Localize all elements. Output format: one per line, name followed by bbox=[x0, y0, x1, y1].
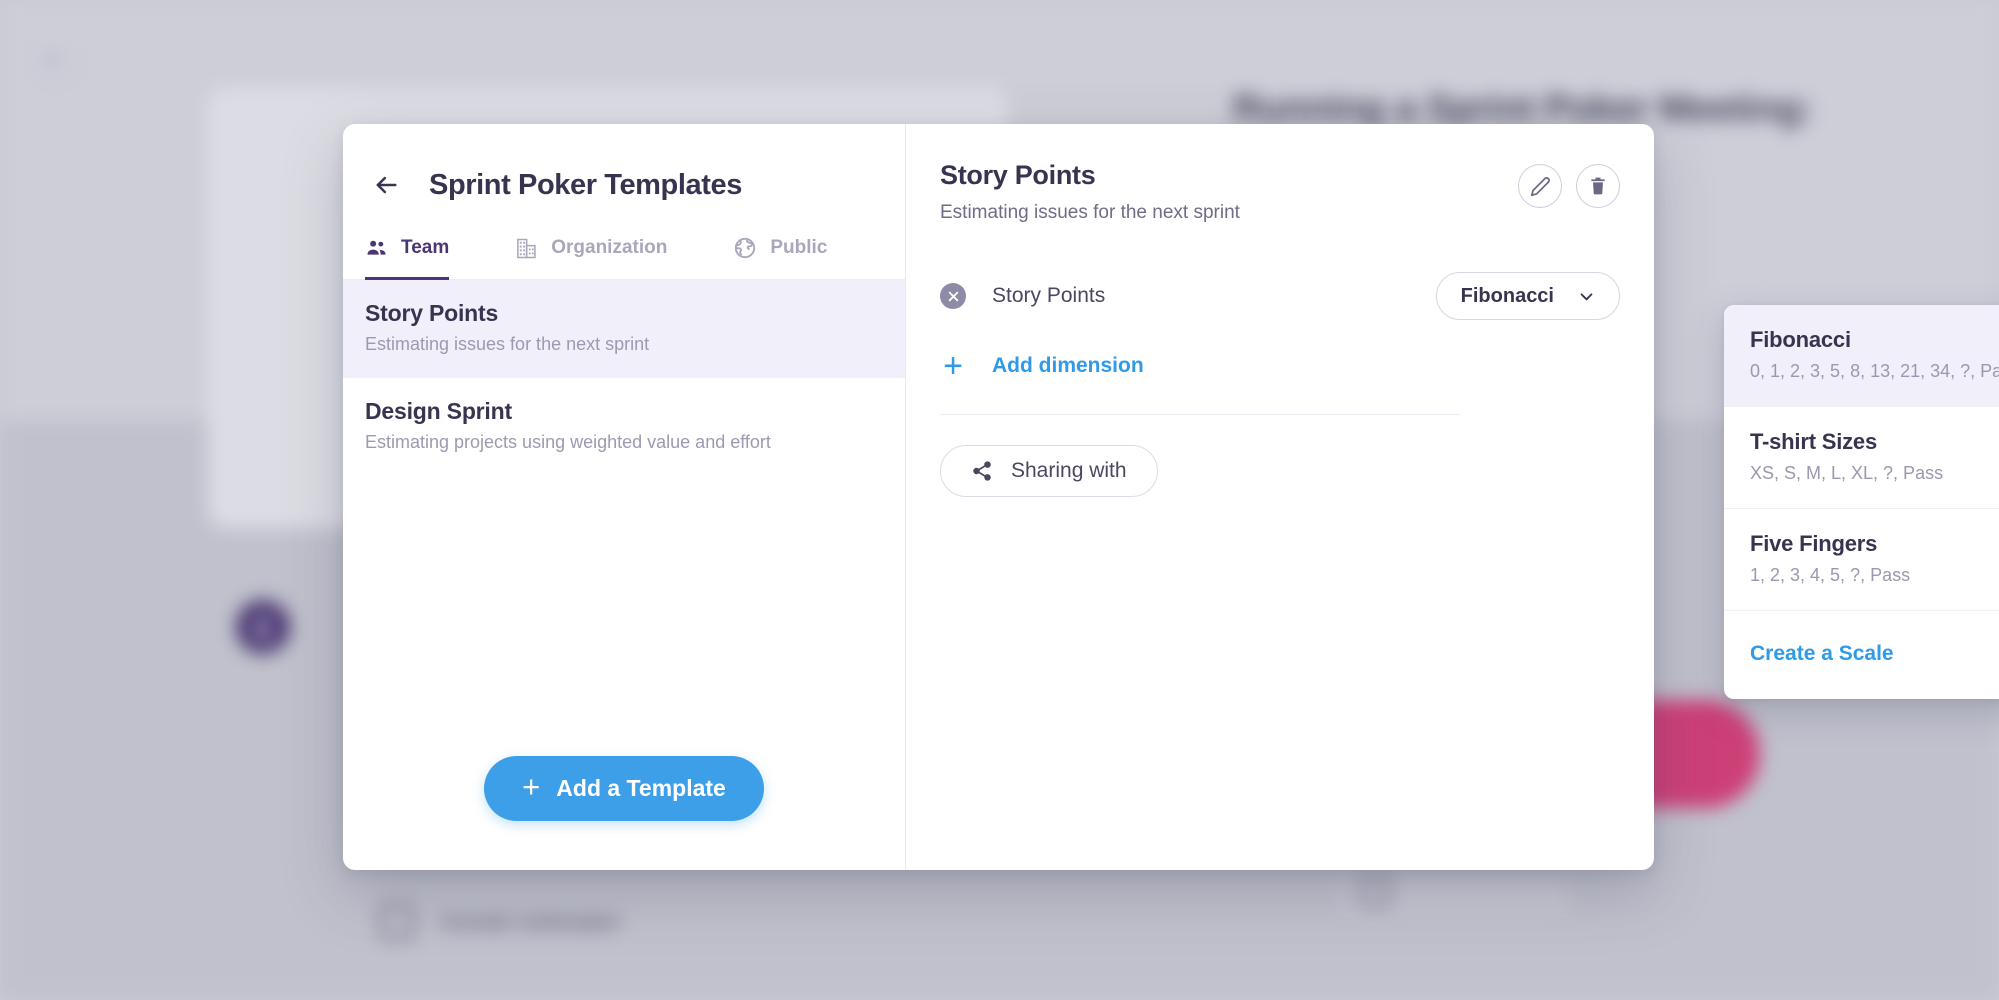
scale-option-values: 1, 2, 3, 4, 5, ?, Pass bbox=[1750, 565, 1911, 585]
plus-icon: + bbox=[522, 768, 541, 804]
scale-option-name: T-shirt Sizes bbox=[1750, 429, 1877, 454]
tab-organization[interactable]: Organization bbox=[515, 233, 667, 280]
add-dimension-label: Add dimension bbox=[992, 354, 1144, 377]
page-title: Sprint Poker Templates bbox=[429, 168, 742, 201]
icebreaker-checkbox[interactable] bbox=[380, 905, 414, 939]
scale-option-tshirt-sizes[interactable]: T-shirt Sizes XS, S, M, L, XL, ?, Pass bbox=[1724, 407, 1999, 509]
remove-dimension-button[interactable] bbox=[940, 283, 966, 309]
pencil-icon bbox=[1530, 176, 1550, 196]
tab-team-label: Team bbox=[401, 237, 450, 258]
tab-public-label: Public bbox=[770, 237, 828, 258]
globe-icon bbox=[735, 237, 756, 259]
templates-left-pane: Sprint Poker Templates Team Organization… bbox=[343, 124, 906, 870]
arrow-left-icon: ← bbox=[41, 38, 67, 69]
tab-public[interactable]: Public bbox=[733, 233, 827, 280]
template-description: Estimating projects using weighted value… bbox=[365, 432, 771, 452]
icebreaker-label: Include Icebreaker bbox=[440, 909, 621, 934]
tab-team[interactable]: Team bbox=[365, 233, 450, 280]
close-circle-icon bbox=[948, 291, 958, 301]
dimension-row: Story Points Fibonacci bbox=[940, 272, 1620, 320]
scale-option-five-fingers[interactable]: Five Fingers 1, 2, 3, 4, 5, ?, Pass bbox=[1724, 509, 1999, 611]
share-icon bbox=[973, 461, 991, 481]
detail-description: Estimating issues for the next sprint bbox=[940, 202, 1240, 223]
template-name: Design Sprint bbox=[365, 398, 512, 424]
template-detail-pane: Story Points Estimating issues for the n… bbox=[906, 124, 1999, 870]
template-list: Story Points Estimating issues for the n… bbox=[343, 280, 905, 734]
background-icebreaker-row[interactable]: Include Icebreaker bbox=[380, 905, 621, 939]
detail-actions bbox=[1518, 160, 1620, 208]
people-icon bbox=[367, 240, 386, 255]
tab-organization-label: Organization bbox=[551, 237, 668, 258]
sharing-with-label: Sharing with bbox=[1011, 459, 1127, 482]
plus-icon: + bbox=[943, 347, 963, 385]
scale-select-value: Fibonacci bbox=[1460, 284, 1554, 307]
scale-option-text-group: Five Fingers 1, 2, 3, 4, 5, ?, Pass bbox=[1750, 531, 1910, 586]
scale-option-text-group: T-shirt Sizes XS, S, M, L, XL, ?, Pass bbox=[1750, 429, 1943, 484]
template-description: Estimating issues for the next sprint bbox=[365, 334, 650, 354]
chevron-down-icon bbox=[1580, 292, 1593, 300]
list-item[interactable]: Design Sprint Estimating projects using … bbox=[343, 378, 905, 476]
list-item[interactable]: Story Points Estimating issues for the n… bbox=[343, 280, 905, 378]
scale-option-name: Five Fingers bbox=[1750, 531, 1878, 556]
detail-heading-group: Story Points Estimating issues for the n… bbox=[940, 160, 1240, 224]
scale-option-text-group: Fibonacci 0, 1, 2, 3, 5, 8, 13, 21, 34, … bbox=[1750, 327, 1999, 382]
add-dimension-button[interactable]: + Add dimension bbox=[940, 344, 1144, 388]
create-scale-button[interactable]: Create a Scale + bbox=[1724, 611, 1999, 699]
scale-dropdown-menu: Fibonacci 0, 1, 2, 3, 5, 8, 13, 21, 34, … bbox=[1724, 305, 1999, 699]
background-back-button[interactable]: ← bbox=[26, 26, 82, 82]
left-pane-header: Sprint Poker Templates bbox=[343, 124, 905, 210]
scale-option-values: 0, 1, 2, 3, 5, 8, 13, 21, 34, ?, Pass bbox=[1750, 361, 1999, 381]
detail-header: Story Points Estimating issues for the n… bbox=[940, 160, 1620, 224]
dimension-label: Story Points bbox=[992, 284, 1106, 307]
detail-divider bbox=[940, 414, 1460, 415]
edit-button[interactable] bbox=[1518, 164, 1562, 208]
trash-icon bbox=[1591, 177, 1605, 195]
detail-title: Story Points bbox=[940, 160, 1096, 190]
add-template-label: Add a Template bbox=[556, 774, 726, 801]
scale-select-button[interactable]: Fibonacci bbox=[1435, 272, 1620, 320]
template-name: Story Points bbox=[365, 300, 499, 326]
create-scale-label: Create a Scale bbox=[1750, 642, 1894, 665]
template-scope-tabs: Team Organization Public bbox=[343, 232, 905, 280]
left-pane-footer: + Add a Template bbox=[343, 734, 905, 870]
background-carousel-prev-button[interactable]: ❮ bbox=[236, 600, 290, 654]
background-misc-icon bbox=[1360, 876, 1390, 906]
arrow-left-icon bbox=[376, 176, 397, 194]
scale-option-values: XS, S, M, L, XL, ?, Pass bbox=[1750, 463, 1944, 483]
delete-button[interactable] bbox=[1576, 164, 1620, 208]
chevron-left-icon: ❮ bbox=[252, 613, 274, 641]
scale-option-fibonacci[interactable]: Fibonacci 0, 1, 2, 3, 5, 8, 13, 21, 34, … bbox=[1724, 305, 1999, 407]
add-template-button[interactable]: + Add a Template bbox=[484, 755, 764, 821]
sprint-poker-templates-modal: Sprint Poker Templates Team Organization… bbox=[343, 124, 1999, 870]
modal-back-button[interactable] bbox=[365, 164, 407, 206]
building-icon bbox=[517, 238, 536, 258]
sharing-with-button[interactable]: Sharing with bbox=[940, 445, 1158, 497]
scale-option-name: Fibonacci bbox=[1750, 327, 1851, 352]
